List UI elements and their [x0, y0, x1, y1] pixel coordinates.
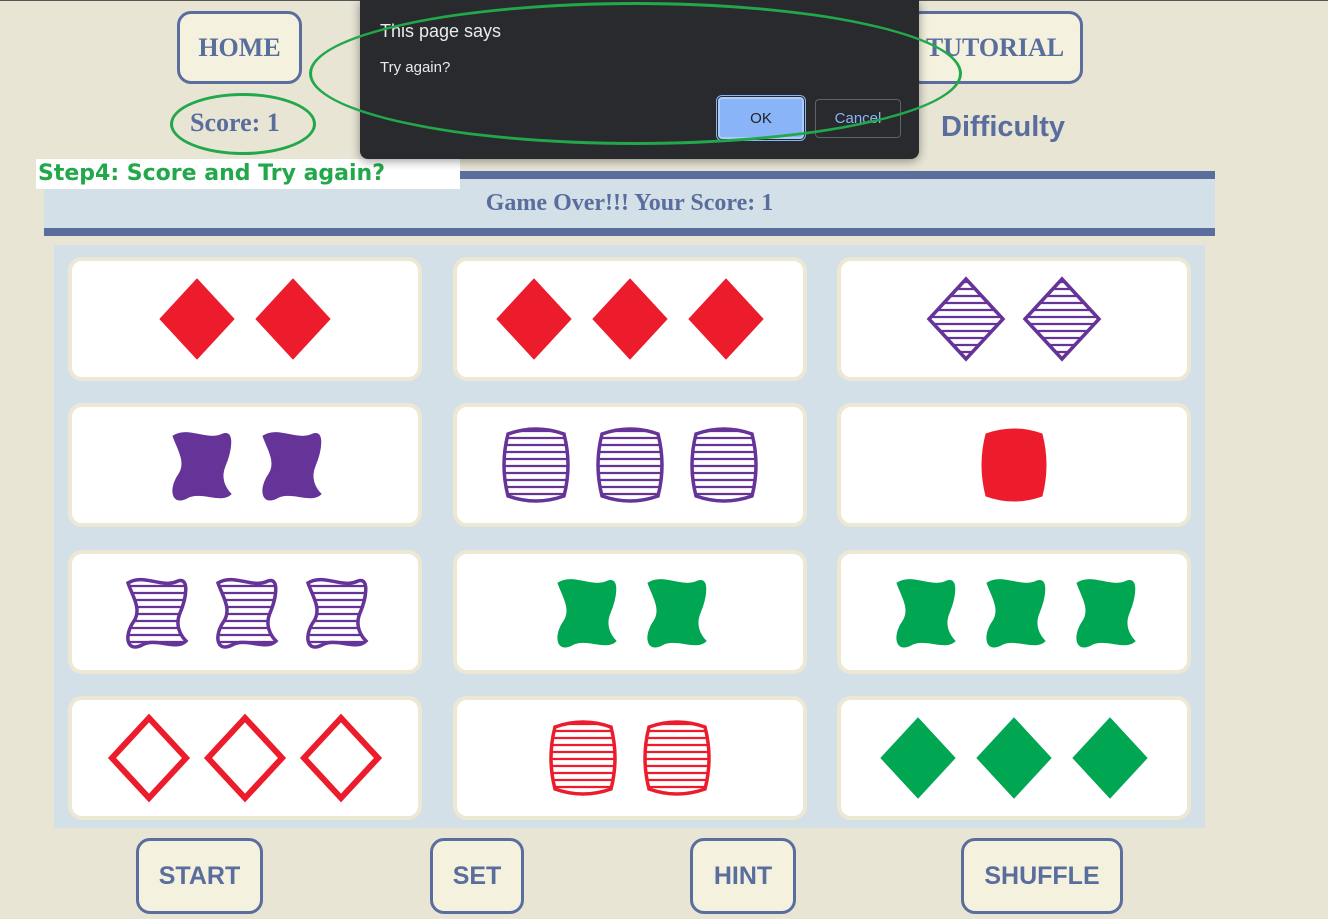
diamond-symbol: [203, 713, 287, 803]
diamond-symbol: [926, 276, 1006, 362]
shuffle-button[interactable]: SHUFFLE: [961, 838, 1123, 914]
diamond-symbol: [688, 278, 764, 360]
step-annotation: Step4: Score and Try again?: [36, 159, 460, 189]
alert-dialog: This page says Try again? OK Cancel: [360, 0, 919, 159]
card[interactable]: [453, 403, 807, 527]
ok-button[interactable]: OK: [716, 95, 806, 141]
hint-button[interactable]: HINT: [690, 838, 796, 914]
card[interactable]: [837, 696, 1191, 820]
diamond-symbol: [107, 713, 191, 803]
oval-symbol: [643, 720, 711, 796]
tutorial-button[interactable]: TUTORIAL: [907, 11, 1083, 84]
difficulty-label[interactable]: Difficulty: [941, 111, 1065, 144]
dialog-message: Try again?: [380, 59, 451, 76]
score-highlight-ellipse: [170, 93, 316, 155]
card[interactable]: [837, 257, 1191, 381]
card[interactable]: [68, 257, 422, 381]
diamond-symbol: [299, 713, 383, 803]
oval-symbol: [690, 427, 758, 503]
squiggle-symbol: [215, 577, 279, 649]
home-button[interactable]: HOME: [177, 11, 302, 84]
diamond-symbol: [880, 717, 956, 799]
card[interactable]: [68, 403, 422, 527]
card[interactable]: [453, 696, 807, 820]
card[interactable]: [837, 403, 1191, 527]
card[interactable]: [453, 550, 807, 674]
diamond-symbol: [496, 278, 572, 360]
squiggle-symbol: [896, 579, 956, 648]
diamond-symbol: [159, 278, 235, 360]
card-board: [54, 245, 1205, 828]
oval-symbol: [981, 428, 1047, 502]
squiggle-symbol: [305, 577, 369, 649]
dialog-title: This page says: [380, 21, 502, 41]
oval-symbol: [502, 427, 570, 503]
diamond-symbol: [1022, 276, 1102, 362]
squiggle-symbol: [557, 579, 617, 648]
diamond-symbol: [255, 278, 331, 360]
squiggle-symbol: [172, 432, 232, 501]
squiggle-symbol: [1076, 579, 1136, 648]
card[interactable]: [68, 696, 422, 820]
diamond-symbol: [592, 278, 668, 360]
start-button[interactable]: START: [136, 838, 263, 914]
diamond-symbol: [976, 717, 1052, 799]
card[interactable]: [837, 550, 1191, 674]
set-button[interactable]: SET: [430, 838, 524, 914]
squiggle-symbol: [262, 432, 322, 501]
oval-symbol: [549, 720, 617, 796]
squiggle-symbol: [125, 577, 189, 649]
card[interactable]: [453, 257, 807, 381]
game-over-text: Game Over!!! Your Score: 1: [485, 190, 774, 216]
oval-symbol: [596, 427, 664, 503]
card[interactable]: [68, 550, 422, 674]
cancel-button[interactable]: Cancel: [815, 99, 901, 138]
diamond-symbol: [1072, 717, 1148, 799]
squiggle-symbol: [986, 579, 1046, 648]
squiggle-symbol: [647, 579, 707, 648]
